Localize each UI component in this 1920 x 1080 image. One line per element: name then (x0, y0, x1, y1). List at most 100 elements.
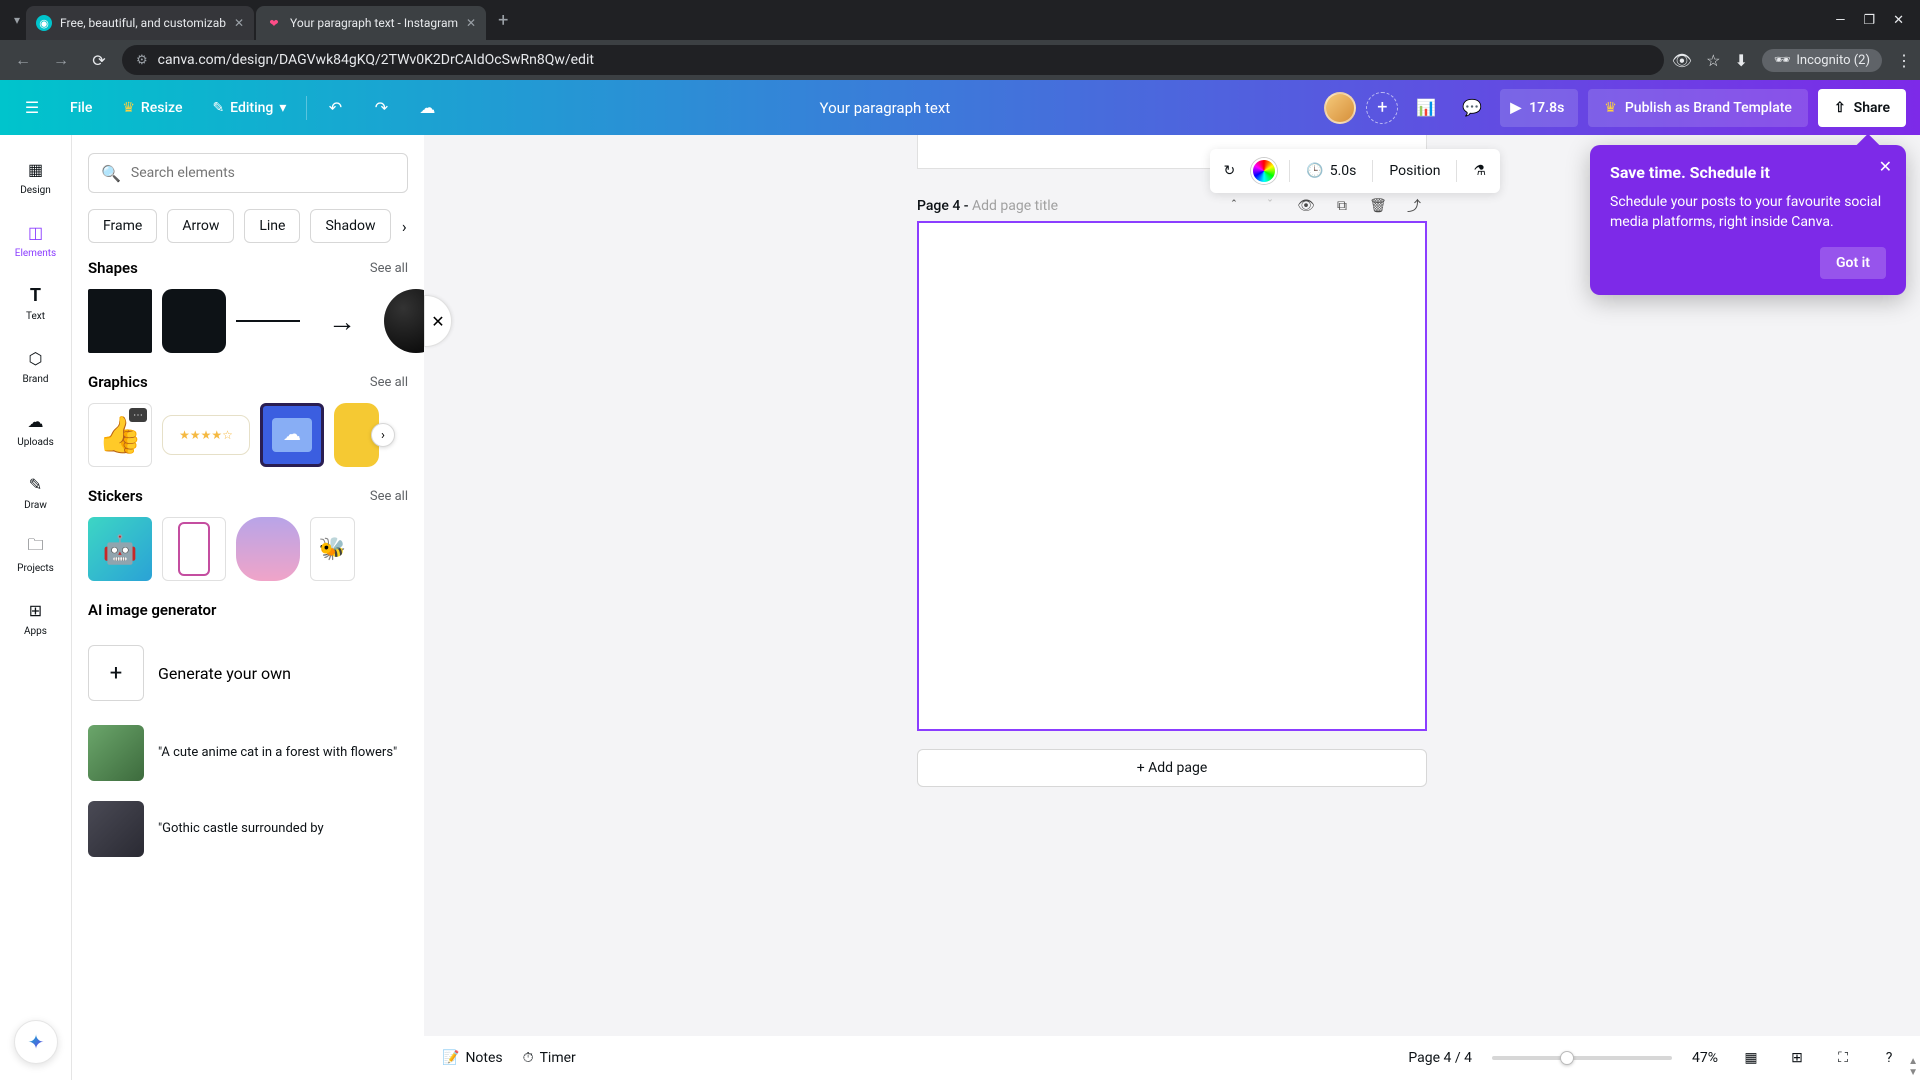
duration-button[interactable]: 🕒 5.0s (1302, 156, 1360, 186)
toggle-visibility-button[interactable]: 👁 (1293, 193, 1319, 219)
add-people-button[interactable]: + (1366, 92, 1398, 124)
publish-template-button[interactable]: ♛ Publish as Brand Template (1588, 89, 1808, 127)
share-button[interactable]: ⇧ Share (1818, 89, 1906, 127)
chevron-down-icon: ▾ (279, 100, 286, 116)
more-icon[interactable]: ⋯ (129, 408, 147, 422)
see-all-link[interactable]: See all (370, 261, 408, 276)
canvas-scroll-arrows[interactable]: ▲▼ (1908, 1056, 1918, 1078)
delete-page-button[interactable]: 🗑 (1365, 193, 1391, 219)
magic-button[interactable]: ✦ (14, 1020, 58, 1064)
page-indicator[interactable]: Page 4 / 4 (1408, 1050, 1472, 1066)
rail-design[interactable]: ▦Design (0, 149, 71, 204)
see-all-link[interactable]: See all (370, 489, 408, 504)
insights-icon[interactable]: 📊 (1408, 90, 1444, 126)
present-button[interactable]: ▶ 17.8s (1500, 89, 1578, 127)
close-tab-icon[interactable]: ✕ (234, 16, 244, 30)
sticker-gradient-blob[interactable] (236, 517, 300, 581)
chip-shadow[interactable]: Shadow (310, 209, 390, 243)
graphic-thumbs-up[interactable]: 👍⋯ (88, 403, 152, 467)
ai-prompt-item[interactable]: "A cute anime cat in a forest with flowe… (88, 715, 408, 791)
rail-draw[interactable]: ✎Draw (0, 464, 71, 519)
effects-button[interactable]: ⚗ (1469, 156, 1490, 186)
new-tab-button[interactable]: + (488, 10, 518, 31)
rail-brand[interactable]: ⬡Brand (0, 338, 71, 393)
page-down-button[interactable]: ˇ (1257, 193, 1283, 219)
eye-off-icon[interactable]: 👁 (1672, 51, 1692, 70)
menu-icon[interactable]: ☰ (14, 90, 50, 126)
zoom-knob[interactable] (1560, 1051, 1574, 1065)
see-all-link[interactable]: See all (370, 375, 408, 390)
background-color-picker[interactable] (1251, 158, 1277, 184)
file-menu[interactable]: File (60, 90, 102, 126)
shape-rounded-square[interactable] (162, 289, 226, 353)
editing-mode-dropdown[interactable]: ✎ Editing ▾ (202, 90, 296, 126)
graphic-cloud-window[interactable]: ☁ (260, 403, 324, 467)
rail-text[interactable]: TText (0, 275, 71, 330)
incognito-badge[interactable]: 🕶 Incognito (2) (1762, 49, 1882, 72)
url-field[interactable]: ⚙ canva.com/design/DAGVwk84gKQ/2TWv0K2Dr… (122, 45, 1664, 75)
page-title-field[interactable]: Page 4 - Add page title (917, 198, 1211, 214)
chips-scroll-right[interactable]: › (401, 214, 408, 238)
add-page-button[interactable]: + Add page (917, 749, 1427, 787)
tab-search-dropdown[interactable]: ▾ (8, 13, 26, 27)
comments-icon[interactable]: 💬 (1454, 90, 1490, 126)
back-button[interactable]: ← (8, 45, 38, 75)
rail-apps[interactable]: ⊞Apps (0, 590, 71, 645)
site-info-icon[interactable]: ⚙ (136, 53, 148, 68)
close-tab-icon[interactable]: ✕ (466, 16, 476, 30)
sticker-phone[interactable] (162, 517, 226, 581)
search-elements-input[interactable]: 🔍 (88, 153, 408, 193)
shape-line[interactable] (236, 289, 300, 353)
grid-view-icon[interactable]: ▦ (1738, 1045, 1764, 1071)
timer-button[interactable]: ⏱Timer (523, 1050, 576, 1066)
user-avatar[interactable] (1324, 92, 1356, 124)
browser-tab-active[interactable]: ❤ Your paragraph text - Instagram ✕ (256, 6, 486, 40)
page-more-button[interactable]: ⤴ (1401, 193, 1427, 219)
forward-button[interactable]: → (46, 45, 76, 75)
undo-button[interactable]: ↶ (317, 90, 353, 126)
close-popover-icon[interactable]: ✕ (1879, 157, 1892, 176)
sticker-robot[interactable]: 🤖 (88, 517, 152, 581)
rail-uploads[interactable]: ☁Uploads (0, 401, 71, 456)
redo-button[interactable]: ↷ (363, 90, 399, 126)
help-icon[interactable]: ? (1876, 1045, 1902, 1071)
chip-arrow[interactable]: Arrow (167, 209, 234, 243)
browser-menu-icon[interactable]: ⋮ (1896, 51, 1912, 70)
browser-tab-strip: ▾ ◉ Free, beautiful, and customizab ✕ ❤ … (0, 0, 1920, 40)
download-icon[interactable]: ⬇ (1734, 51, 1747, 70)
bookmark-icon[interactable]: ☆ (1706, 51, 1720, 70)
zoom-percent[interactable]: 47% (1692, 1050, 1718, 1066)
minimize-icon[interactable]: ― (1835, 13, 1845, 28)
maximize-icon[interactable]: ❐ (1863, 13, 1875, 28)
search-field[interactable] (131, 165, 395, 181)
shape-circle[interactable] (384, 289, 424, 353)
rail-elements[interactable]: ◫Elements (0, 212, 71, 267)
zoom-slider[interactable] (1492, 1056, 1672, 1060)
reload-button[interactable]: ⟳ (84, 45, 114, 75)
notes-button[interactable]: 📝Notes (442, 1050, 503, 1066)
graphic-star-rating[interactable]: ★★★★☆ (162, 415, 250, 455)
shape-square[interactable] (88, 289, 152, 353)
ai-prompt-item[interactable]: "Gothic castle surrounded by (88, 791, 408, 867)
ai-generate-own[interactable]: + Generate your own (88, 631, 408, 715)
document-title[interactable]: Your paragraph text (820, 99, 951, 117)
got-it-button[interactable]: Got it (1820, 247, 1886, 279)
canvas-page[interactable] (917, 221, 1427, 731)
cloud-sync-icon[interactable]: ☁ (409, 90, 445, 126)
chip-line[interactable]: Line (244, 209, 300, 243)
rail-projects[interactable]: 🗀Projects (0, 527, 71, 582)
animate-button[interactable]: ↻ (1220, 156, 1240, 186)
browser-tab[interactable]: ◉ Free, beautiful, and customizab ✕ (26, 6, 254, 40)
shape-arrow[interactable]: → (310, 289, 374, 353)
sticker-bee[interactable]: 🐝 (310, 517, 355, 581)
fullscreen-icon[interactable]: ⛶ (1830, 1045, 1856, 1071)
close-window-icon[interactable]: ✕ (1893, 13, 1904, 28)
page-up-button[interactable]: ˆ (1221, 193, 1247, 219)
resize-button[interactable]: ♛ Resize (112, 90, 192, 126)
position-button[interactable]: Position (1385, 156, 1444, 186)
thumbnail-view-icon[interactable]: ⊞ (1784, 1045, 1810, 1071)
chip-frame[interactable]: Frame (88, 209, 157, 243)
rail-label: Projects (17, 563, 54, 574)
graphics-next[interactable]: › (371, 423, 395, 447)
duplicate-page-button[interactable]: ⧉ (1329, 193, 1355, 219)
